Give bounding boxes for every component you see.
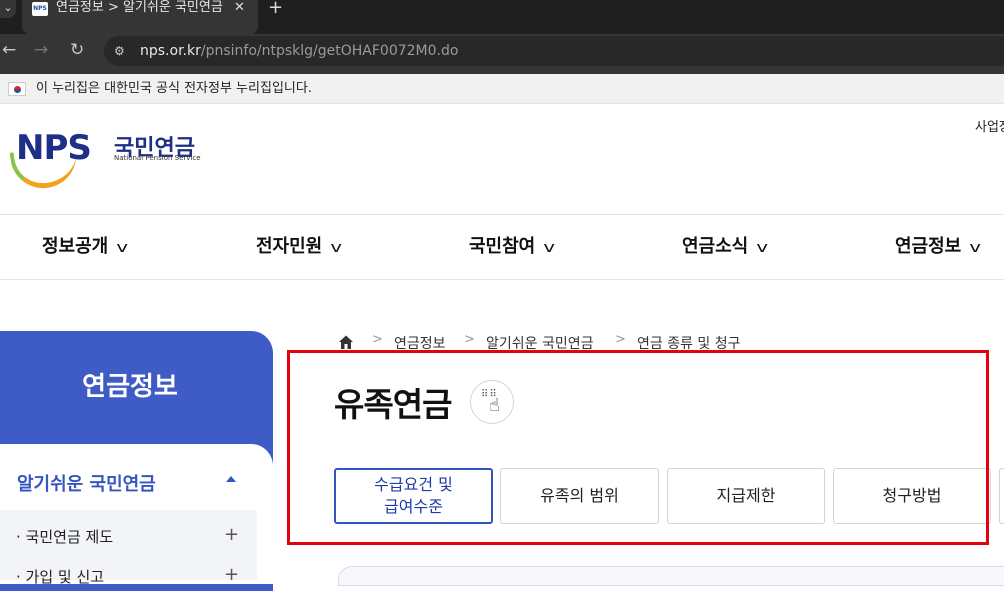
gnb-item-pension-news[interactable]: 연금소식 v <box>682 215 769 280</box>
gnb-item-pension-info[interactable]: 연금정보 v <box>895 215 982 280</box>
breadcrumb-separator-icon: > <box>615 332 626 347</box>
collapse-arrow-icon[interactable] <box>226 476 236 482</box>
tab-close-icon[interactable]: ✕ <box>234 0 245 16</box>
gnb-label: 연금소식 <box>682 236 749 257</box>
gnb-label: 정보공개 <box>42 236 109 257</box>
logo-nps-text: NPS <box>16 128 92 168</box>
tab-survivor-scope[interactable]: 유족의 범위 <box>500 468 659 524</box>
chevron-down-icon: v <box>756 240 769 256</box>
sidebar-item-pension-system[interactable]: · 국민연금 제도 <box>16 526 113 547</box>
gnb-label: 국민참여 <box>469 236 536 257</box>
reload-icon[interactable]: ↻ <box>70 34 84 68</box>
sidebar-sub-list: · 국민연금 제도 + · 가입 및 신고 + <box>0 510 257 586</box>
sidebar-section-easy-pension[interactable]: 알기쉬운 국민연금 <box>17 470 156 496</box>
url-path: /pnsinfo/ntpsklg/getOHAF0072M0.do <box>200 43 459 59</box>
chevron-down-icon: v <box>330 240 343 256</box>
braille-accessibility-button[interactable]: ⠿⠿ ☝ <box>470 380 514 424</box>
expand-plus-icon[interactable]: + <box>224 564 239 585</box>
gnb-item-participation[interactable]: 국민참여 v <box>469 215 556 280</box>
sidebar-title: 연금정보 <box>82 372 178 402</box>
gov-notice-text: 이 누리집은 대한민국 공식 전자정부 누리집입니다. <box>36 81 312 96</box>
forward-arrow-icon[interactable]: → <box>34 34 48 68</box>
breadcrumb-item[interactable]: 알기쉬운 국민연금 <box>486 333 594 353</box>
pointer-hand-icon: ☝ <box>489 395 500 416</box>
gnb-label: 연금정보 <box>895 236 962 257</box>
breadcrumb-item[interactable]: 연금정보 <box>394 333 446 353</box>
breadcrumb-item-current: 연금 종류 및 청구 <box>637 336 741 352</box>
page-title: 유족연금 <box>334 385 452 424</box>
logo-english-text: National Pension Service <box>114 154 201 162</box>
gnb-label: 전자민원 <box>256 236 323 257</box>
browser-tab[interactable]: NPS 연금정보 > 알기쉬운 국민연금 ✕ <box>22 0 258 34</box>
browser-tab-bar: ⌄ NPS 연금정보 > 알기쉬운 국민연금 ✕ + <box>0 0 1004 34</box>
favicon-icon: NPS <box>32 2 48 16</box>
url-host: nps.or.kr <box>140 43 201 59</box>
address-bar[interactable]: ⚙ nps.or.kr/pnsinfo/ntpsklg/getOHAF0072M… <box>104 36 1004 66</box>
gnb-item-info-disclosure[interactable]: 정보공개 v <box>42 215 129 280</box>
tab-payment-restriction[interactable]: 지급제한 <box>667 468 825 524</box>
sidebar-item-label: 국민연금 제도 <box>25 528 114 546</box>
sidebar-item-subscription[interactable]: · 가입 및 신고 <box>16 566 104 587</box>
new-tab-plus-icon[interactable]: + <box>268 0 283 18</box>
chevron-down-icon: v <box>969 240 982 256</box>
chevron-down-icon: v <box>116 240 129 256</box>
expand-plus-icon[interactable]: + <box>224 524 239 545</box>
top-right-link[interactable]: 사업장 <box>975 116 1004 135</box>
sidebar-item-label: 가입 및 신고 <box>25 568 105 586</box>
back-arrow-icon[interactable]: ← <box>2 34 16 68</box>
url-text: nps.or.kr/pnsinfo/ntpsklg/getOHAF0072M0.… <box>140 36 458 66</box>
tab-eligibility-benefit[interactable]: 수급요건 및 급여수준 <box>334 468 493 524</box>
breadcrumb-separator-icon: > <box>372 332 383 347</box>
browser-toolbar: ← → ↻ ⚙ nps.or.kr/pnsinfo/ntpsklg/getOHA… <box>0 34 1004 74</box>
korea-flag-icon <box>8 82 26 96</box>
tab-claim-method[interactable]: 청구방법 <box>833 468 991 524</box>
chevron-down-icon: v <box>543 240 556 256</box>
content-panel-top <box>338 566 1004 586</box>
tab-next-partial[interactable] <box>999 468 1004 524</box>
site-info-icon[interactable]: ⚙ <box>114 43 130 59</box>
breadcrumb-separator-icon: > <box>464 332 475 347</box>
tab-list-chevron-icon[interactable]: ⌄ <box>0 0 16 18</box>
gnb-item-e-civil[interactable]: 전자민원 v <box>256 215 343 280</box>
tab-title: 연금정보 > 알기쉬운 국민연금 <box>56 0 223 15</box>
nps-logo[interactable]: NPS 국민연금 National Pension Service <box>9 128 212 193</box>
gov-banner: 이 누리집은 대한민국 공식 전자정부 누리집입니다. <box>0 74 1004 104</box>
home-icon[interactable] <box>338 334 354 350</box>
main-navigation: 정보공개 v 전자민원 v 국민참여 v 연금소식 v 연금정보 v <box>0 214 1004 280</box>
